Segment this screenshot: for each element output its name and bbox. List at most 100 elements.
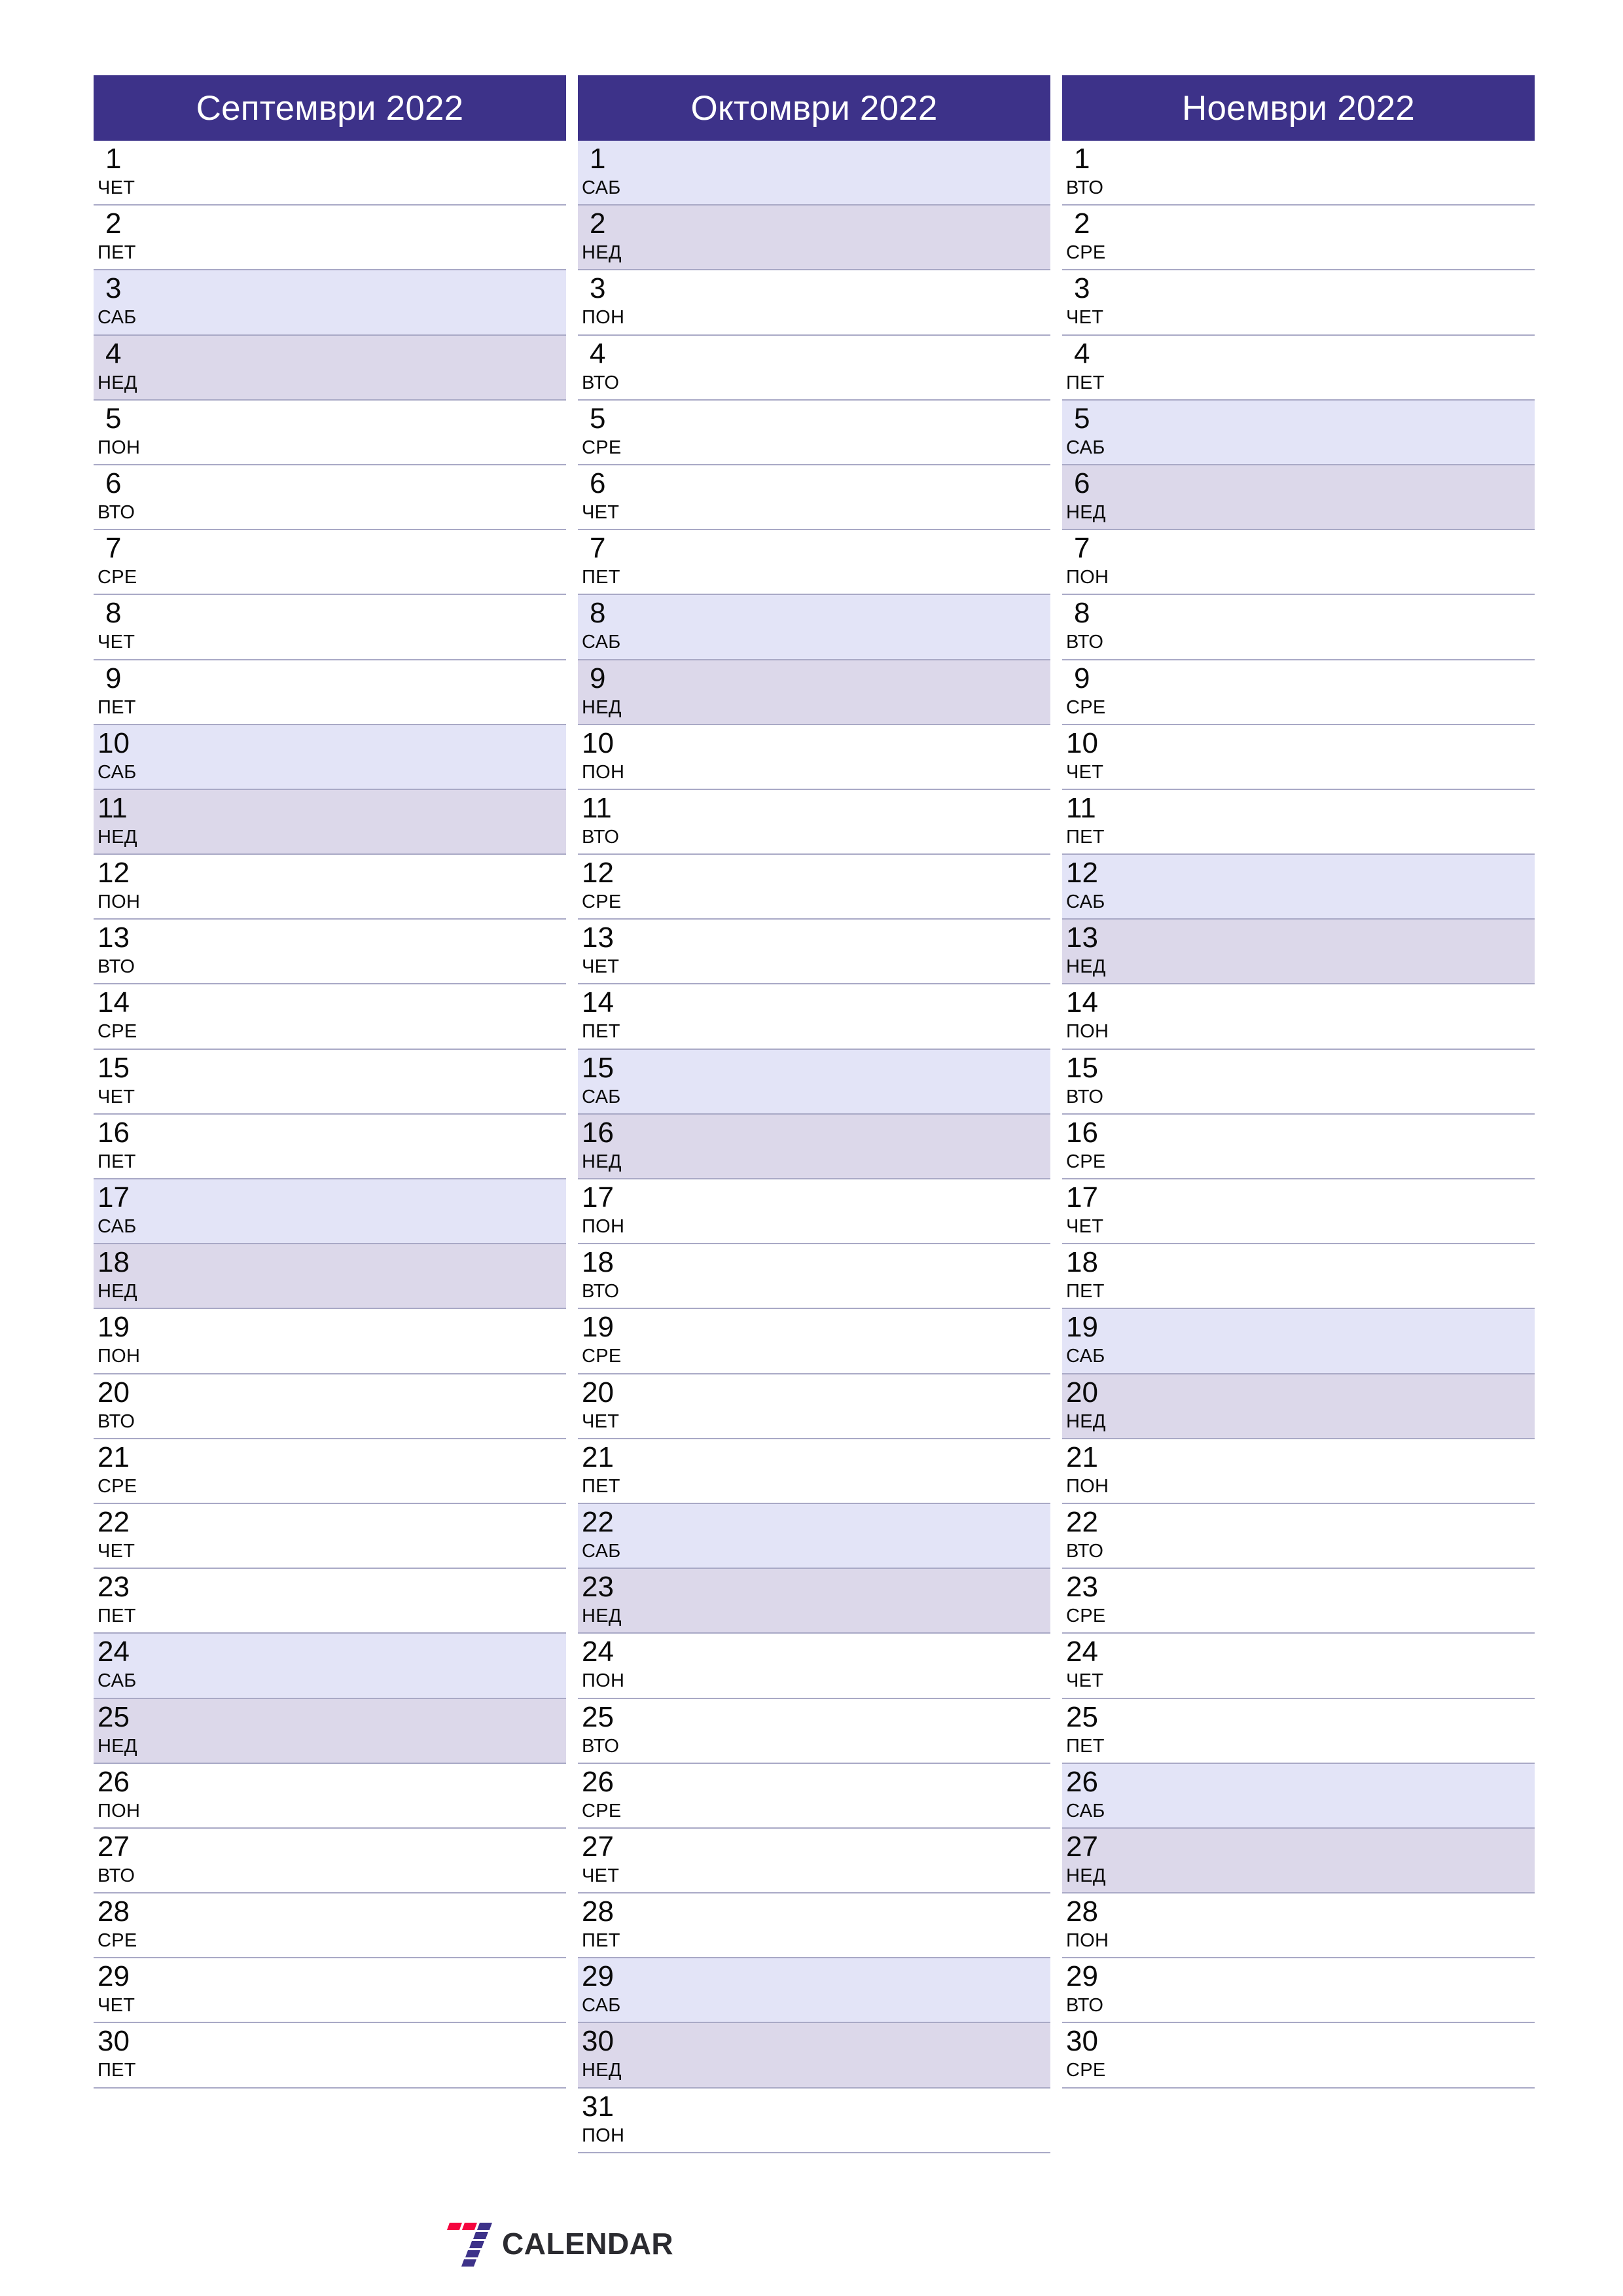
day-cell[interactable]: 17 ПОН [578, 1179, 1050, 1245]
day-cell[interactable]: 7 СРЕ [94, 530, 566, 596]
day-cell[interactable]: 18 ПЕТ [1062, 1244, 1535, 1310]
day-cell[interactable]: 5 ПОН [94, 400, 566, 465]
day-cell[interactable]: 1 ВТО [1062, 141, 1535, 206]
day-cell[interactable]: 11 ВТО [578, 789, 1050, 855]
day-cell[interactable]: 8 ЧЕТ [94, 595, 566, 660]
day-cell[interactable]: 10 САБ [94, 725, 566, 790]
day-cell[interactable]: 5 СРЕ [578, 400, 1050, 465]
day-cell[interactable]: 15 ВТО [1062, 1049, 1535, 1115]
day-weekday-label: ВТО [98, 1865, 135, 1886]
day-cell[interactable]: 14 ПОН [1062, 984, 1535, 1050]
day-cell[interactable]: 15 ЧЕТ [94, 1049, 566, 1115]
day-cell[interactable]: 3 ПОН [578, 270, 1050, 336]
day-cell[interactable]: 3 САБ [94, 270, 566, 336]
day-cell[interactable]: 10 ПОН [578, 725, 1050, 790]
day-cell[interactable]: 21 ПЕТ [578, 1439, 1050, 1504]
day-cell[interactable]: 28 СРЕ [94, 1893, 566, 1959]
day-cell[interactable]: 4 НЕД [94, 335, 566, 401]
day-cell[interactable]: 19 ПОН [94, 1309, 566, 1374]
day-cell[interactable]: 22 ЧЕТ [94, 1503, 566, 1570]
day-cell[interactable]: 22 САБ [578, 1503, 1050, 1570]
day-cell[interactable]: 2 НЕД [578, 206, 1050, 271]
day-cell[interactable]: 23 СРЕ [1062, 1569, 1535, 1634]
day-number: 28 [1066, 1895, 1098, 1928]
day-cell[interactable]: 2 СРЕ [1062, 206, 1535, 271]
day-weekday-label: ПЕТ [98, 242, 136, 264]
day-cell[interactable]: 18 НЕД [94, 1244, 566, 1310]
day-cell[interactable]: 16 НЕД [578, 1114, 1050, 1179]
day-cell[interactable]: 13 ВТО [94, 920, 566, 985]
day-cell[interactable]: 16 СРЕ [1062, 1114, 1535, 1179]
day-cell[interactable]: 7 ПОН [1062, 530, 1535, 596]
day-cell[interactable]: 9 СРЕ [1062, 660, 1535, 725]
day-cell[interactable]: 24 САБ [94, 1634, 566, 1699]
day-cell[interactable]: 26 ПОН [94, 1763, 566, 1829]
day-cell[interactable]: 10 ЧЕТ [1062, 725, 1535, 790]
day-cell[interactable]: 27 ЧЕТ [578, 1828, 1050, 1894]
day-cell[interactable]: 24 ПОН [578, 1634, 1050, 1699]
day-cell[interactable]: 1 ЧЕТ [94, 141, 566, 206]
day-cell[interactable]: 19 СРЕ [578, 1309, 1050, 1374]
day-cell[interactable]: 30 СРЕ [1062, 2023, 1535, 2089]
day-cell[interactable]: 4 ПЕТ [1062, 335, 1535, 401]
day-cell[interactable]: 8 САБ [578, 595, 1050, 660]
day-cell[interactable]: 22 ВТО [1062, 1503, 1535, 1570]
day-cell[interactable]: 7 ПЕТ [578, 530, 1050, 596]
day-cell[interactable]: 26 САБ [1062, 1763, 1535, 1829]
day-cell[interactable]: 30 НЕД [578, 2023, 1050, 2089]
day-cell[interactable]: 4 ВТО [578, 335, 1050, 401]
day-cell[interactable]: 8 ВТО [1062, 595, 1535, 660]
day-cell[interactable]: 28 ПЕТ [578, 1893, 1050, 1959]
day-weekday-label: САБ [582, 1995, 621, 2017]
day-cell[interactable]: 25 НЕД [94, 1698, 566, 1764]
day-cell[interactable]: 13 НЕД [1062, 920, 1535, 985]
day-cell[interactable]: 20 НЕД [1062, 1374, 1535, 1439]
day-cell[interactable]: 13 ЧЕТ [578, 920, 1050, 985]
day-cell[interactable]: 25 ПЕТ [1062, 1698, 1535, 1764]
day-cell[interactable]: 12 СРЕ [578, 855, 1050, 920]
day-cell[interactable]: 19 САБ [1062, 1309, 1535, 1374]
day-cell[interactable]: 14 ПЕТ [578, 984, 1050, 1050]
day-cell[interactable]: 2 ПЕТ [94, 206, 566, 271]
day-cell[interactable]: 21 ПОН [1062, 1439, 1535, 1504]
day-cell[interactable]: 9 НЕД [578, 660, 1050, 725]
days-list-october: 1 САБ 2 НЕД 3 ПОН 4 ВТО 5 СРЕ 6 ЧЕТ 7 ПЕТ 8 САБ 9 НЕД 10 ПО… [578, 141, 1050, 2153]
day-cell[interactable]: 5 САБ [1062, 400, 1535, 465]
day-cell[interactable]: 6 ЧЕТ [578, 465, 1050, 531]
day-cell[interactable]: 23 ПЕТ [94, 1569, 566, 1634]
day-cell[interactable]: 3 ЧЕТ [1062, 270, 1535, 336]
day-cell[interactable]: 11 НЕД [94, 789, 566, 855]
day-cell[interactable]: 29 САБ [578, 1958, 1050, 2024]
day-cell[interactable]: 27 НЕД [1062, 1828, 1535, 1894]
day-cell[interactable]: 20 ВТО [94, 1374, 566, 1439]
day-cell[interactable]: 6 НЕД [1062, 465, 1535, 531]
day-cell[interactable]: 12 САБ [1062, 855, 1535, 920]
day-cell[interactable]: 11 ПЕТ [1062, 789, 1535, 855]
day-cell[interactable]: 6 ВТО [94, 465, 566, 531]
day-cell[interactable]: 17 САБ [94, 1179, 566, 1245]
day-cell[interactable]: 27 ВТО [94, 1828, 566, 1894]
day-cell[interactable]: 14 СРЕ [94, 984, 566, 1050]
day-cell[interactable]: 23 НЕД [578, 1569, 1050, 1634]
day-cell[interactable]: 28 ПОН [1062, 1893, 1535, 1959]
day-cell[interactable]: 20 ЧЕТ [578, 1374, 1050, 1439]
day-cell[interactable]: 24 ЧЕТ [1062, 1634, 1535, 1699]
day-cell[interactable]: 17 ЧЕТ [1062, 1179, 1535, 1245]
day-cell[interactable]: 25 ВТО [578, 1698, 1050, 1764]
day-number: 6 [105, 467, 122, 499]
day-cell[interactable]: 1 САБ [578, 141, 1050, 206]
day-cell[interactable]: 18 ВТО [578, 1244, 1050, 1310]
day-cell[interactable]: 12 ПОН [94, 855, 566, 920]
day-cell[interactable]: 30 ПЕТ [94, 2023, 566, 2089]
day-weekday-label: СРЕ [1066, 2060, 1106, 2081]
day-cell[interactable]: 21 СРЕ [94, 1439, 566, 1504]
day-weekday-label: ЧЕТ [98, 1086, 135, 1107]
day-cell[interactable]: 16 ПЕТ [94, 1114, 566, 1179]
day-weekday-label: САБ [582, 632, 621, 653]
day-cell[interactable]: 29 ЧЕТ [94, 1958, 566, 2024]
day-cell[interactable]: 15 САБ [578, 1049, 1050, 1115]
day-cell[interactable]: 29 ВТО [1062, 1958, 1535, 2024]
day-cell[interactable]: 26 СРЕ [578, 1763, 1050, 1829]
day-cell[interactable]: 31 ПОН [578, 2088, 1050, 2153]
day-cell[interactable]: 9 ПЕТ [94, 660, 566, 725]
